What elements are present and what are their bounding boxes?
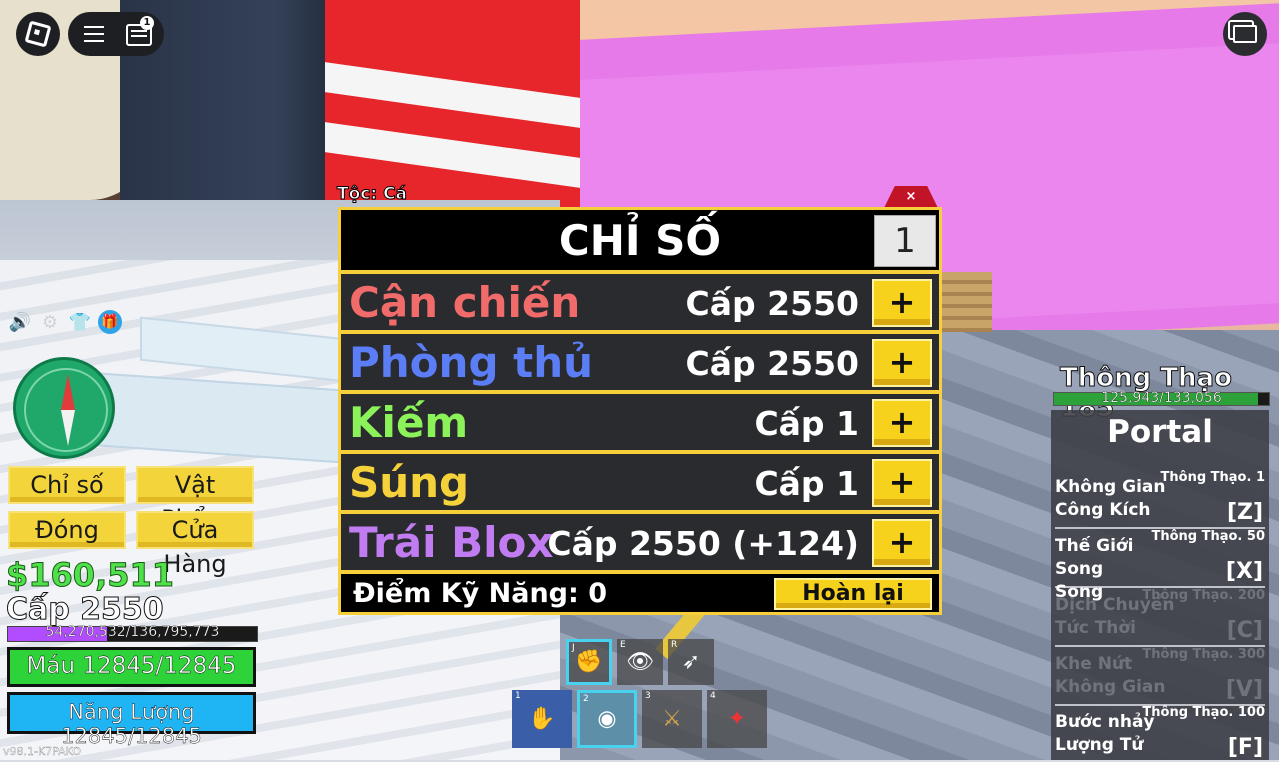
race-label: Tộc: Cá <box>336 184 408 205</box>
moves-panel: Portal Không Gian Công Kích Thông Thạo. 1… <box>1051 410 1269 760</box>
slot-key: 4 <box>710 691 716 701</box>
close-menu-button[interactable]: Đóng <box>8 511 126 549</box>
eye-icon: 👁 <box>626 649 654 675</box>
move-requirement: Thông Thạo. 300 <box>1142 647 1265 662</box>
point-amount-input[interactable]: 1 <box>874 215 936 267</box>
gift-icon[interactable]: 🎁 <box>98 310 122 334</box>
ability-slot-r[interactable]: R ➶ <box>668 639 714 685</box>
move-key: [C] <box>1226 618 1263 643</box>
roblox-logo-icon <box>24 20 52 48</box>
speaker-icon[interactable]: 🔊 <box>8 310 32 334</box>
wood-planks <box>938 272 992 332</box>
gear-icon[interactable]: ⚙ <box>38 310 62 334</box>
move-requirement: Thông Thạo. 100 <box>1142 705 1265 720</box>
add-melee-button[interactable]: + <box>872 279 932 327</box>
xp-text: 54,270,532/136,795,773 <box>45 624 220 640</box>
move-requirement: Thông Thạo. 50 <box>1151 529 1265 544</box>
move-key: [V] <box>1225 677 1263 702</box>
stat-level: Cấp 2550 <box>685 344 859 383</box>
energy-bar: Năng Lượng 12845/12845 <box>7 692 256 748</box>
stat-level: Cấp 2550 (+124) <box>547 524 859 563</box>
shirt-icon[interactable]: 👕 <box>68 310 92 334</box>
stats-button[interactable]: Chỉ số <box>8 466 126 504</box>
mastery-bar: 125,943/133,056 <box>1053 390 1270 406</box>
move-requirement: Thông Thạo. 200 <box>1142 588 1265 603</box>
hotbar-slot-4[interactable]: 4 ✦ <box>707 690 767 748</box>
slot-key: R <box>671 640 678 650</box>
player-level: Cấp 2550 <box>6 592 165 628</box>
menu-pill: 1 <box>68 12 164 56</box>
windows-icon <box>1233 25 1257 43</box>
slot-key: E <box>620 640 626 650</box>
hotbar-slot-2[interactable]: 2 ◉ <box>577 690 637 748</box>
portal-fruit-icon: ◉ <box>597 706 617 732</box>
slot-key: 2 <box>583 694 589 704</box>
roblox-menu-button[interactable] <box>16 12 60 56</box>
move-requirement: Thông Thạo. 1 <box>1160 470 1265 485</box>
slot-key: 3 <box>645 691 651 701</box>
move-key: [X] <box>1225 559 1263 584</box>
move-key: [F] <box>1227 735 1263 760</box>
stat-label: Súng <box>349 458 470 507</box>
energy-text: Năng Lượng 12845/12845 <box>61 700 202 748</box>
stat-row-defense: Phòng thủ Cấp 2550 + <box>341 334 939 390</box>
slot-key: 1 <box>515 691 521 701</box>
stat-label: Kiếm <box>349 398 469 447</box>
hotbar-slot-1[interactable]: 1 ✋ <box>512 690 572 748</box>
move-z[interactable]: Không Gian Công Kích Thông Thạo. 1 [Z] <box>1055 470 1265 529</box>
compass-needle-north <box>61 374 75 410</box>
stat-row-blox-fruit: Trái Blox Cấp 2550 (+124) + <box>341 514 939 570</box>
move-c[interactable]: Dịch Chuyển Tức Thời Thông Thạo. 200 [C] <box>1055 588 1265 647</box>
stat-label: Cận chiến <box>349 278 581 327</box>
stat-level: Cấp 1 <box>754 404 859 443</box>
stat-level: Cấp 1 <box>754 464 859 503</box>
stat-row-gun: Súng Cấp 1 + <box>341 454 939 510</box>
hotbar-slot-3[interactable]: 3 ⚔ <box>642 690 702 748</box>
stat-level: Cấp 2550 <box>685 284 859 323</box>
version-label: v98.1-K7PAKO <box>3 745 81 758</box>
health-text: Máu 12845/12845 <box>26 653 237 679</box>
shop-button[interactable]: Cửa Hàng <box>136 511 254 578</box>
move-v[interactable]: Khe Nứt Không Gian Thông Thạo. 300 [V] <box>1055 647 1265 706</box>
compass-needle-south <box>61 410 75 446</box>
settings-icons: 🔊 ⚙ 👕 🎁 <box>8 310 122 334</box>
add-blox-fruit-button[interactable]: + <box>872 519 932 567</box>
stat-label: Trái Blox <box>349 518 554 567</box>
dash-icon: ➶ <box>681 649 701 675</box>
punch-icon: ✊ <box>575 649 603 675</box>
mastery-text: 125,943/133,056 <box>1101 390 1222 406</box>
items-button[interactable]: Vật Phẩm <box>136 466 254 533</box>
stats-title: CHỈ SỐ <box>558 216 722 265</box>
stats-header: CHỈ SỐ 1 <box>341 210 939 270</box>
stats-footer: Điểm Kỹ Năng: 0 Hoàn lại <box>341 574 939 612</box>
screenshot-button[interactable] <box>1223 12 1267 56</box>
reset-stats-button[interactable]: Hoàn lại <box>774 578 932 610</box>
stat-label: Phòng thủ <box>349 338 594 387</box>
stat-row-sword: Kiếm Cấp 1 + <box>341 394 939 450</box>
add-gun-button[interactable]: + <box>872 459 932 507</box>
ability-slot-e[interactable]: E 👁 <box>617 639 663 685</box>
skill-points: Điểm Kỹ Năng: 0 <box>353 578 607 609</box>
stats-panel: CHỈ SỐ 1 Cận chiến Cấp 2550 + Phòng thủ … <box>338 207 942 615</box>
money-display: $160,511 <box>5 556 175 595</box>
move-f[interactable]: Bước nhảy Lượng Tử Thông Thạo. 100 [F] <box>1055 705 1265 762</box>
add-sword-button[interactable]: + <box>872 399 932 447</box>
stat-row-melee: Cận chiến Cấp 2550 + <box>341 274 939 330</box>
hamburger-menu-icon[interactable] <box>84 26 104 42</box>
fighting-style-icon: ✋ <box>528 706 556 732</box>
move-x[interactable]: Thế Giới Song Song Thông Thạo. 50 [X] <box>1055 529 1265 602</box>
chat-badge: 1 <box>140 16 154 30</box>
gun-icon: ✦ <box>727 706 747 732</box>
ability-slot-j[interactable]: J ✊ <box>566 639 612 685</box>
move-name: Không Gian Công Kích <box>1055 477 1166 520</box>
move-key: [Z] <box>1226 500 1263 525</box>
slot-key: J <box>572 643 575 653</box>
xp-bar: 54,270,532/136,795,773 <box>7 624 258 642</box>
sword-icon: ⚔ <box>662 706 682 732</box>
health-bar: Máu 12845/12845 <box>7 647 256 687</box>
add-defense-button[interactable]: + <box>872 339 932 387</box>
compass <box>13 357 115 459</box>
fruit-name: Portal <box>1107 414 1213 450</box>
